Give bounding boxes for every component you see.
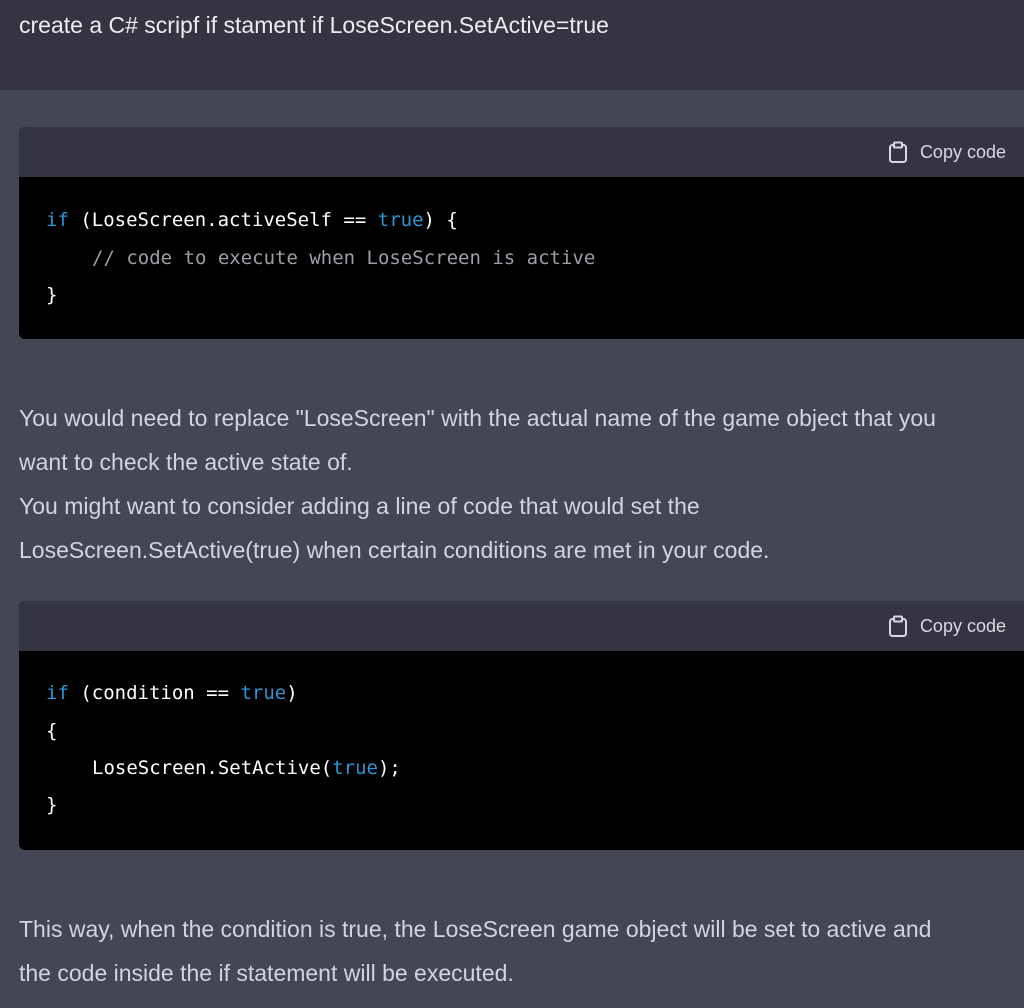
code-block-header: Copy code bbox=[19, 601, 1024, 651]
paragraph-line: the code inside the if statement will be… bbox=[19, 960, 514, 986]
copy-code-button[interactable]: Copy code bbox=[888, 614, 1006, 638]
code-line: } bbox=[46, 794, 58, 816]
copy-code-label: Copy code bbox=[919, 141, 1006, 162]
code-content: if (LoseScreen.activeSelf == true) { // … bbox=[19, 177, 1024, 339]
response-paragraph-1: You would need to replace "LoseScreen" w… bbox=[19, 396, 1019, 572]
paragraph-line: This way, when the condition is true, th… bbox=[19, 916, 932, 942]
paragraph-line: You might want to consider adding a line… bbox=[19, 493, 700, 519]
paragraph-line: You would need to replace "LoseScreen" w… bbox=[19, 405, 936, 431]
user-message-text: create a C# scripf if stament if LoseScr… bbox=[19, 12, 609, 38]
code-line: // code to execute when LoseScreen is ac… bbox=[92, 247, 596, 269]
code-line: { bbox=[46, 720, 58, 742]
clipboard-icon bbox=[888, 141, 908, 163]
code-block-1: Copy code if (LoseScreen.activeSelf == t… bbox=[19, 127, 1024, 339]
code-line: if (condition == true) bbox=[46, 682, 298, 704]
code-content: if (condition == true) { LoseScreen.SetA… bbox=[19, 651, 1024, 850]
copy-code-button[interactable]: Copy code bbox=[888, 140, 1006, 164]
code-line: } bbox=[46, 284, 58, 306]
user-message: create a C# scripf if stament if LoseScr… bbox=[0, 0, 1024, 90]
code-line: if (LoseScreen.activeSelf == true) { bbox=[46, 209, 458, 231]
code-block-2: Copy code if (condition == true) { LoseS… bbox=[19, 601, 1024, 850]
copy-code-label: Copy code bbox=[919, 615, 1006, 636]
code-block-header: Copy code bbox=[19, 127, 1024, 177]
response-paragraph-2: This way, when the condition is true, th… bbox=[19, 907, 1019, 995]
clipboard-icon bbox=[888, 615, 908, 637]
code-line: LoseScreen.SetActive(true); bbox=[92, 757, 401, 779]
paragraph-line: LoseScreen.SetActive(true) when certain … bbox=[19, 537, 770, 563]
paragraph-line: want to check the active state of. bbox=[19, 449, 353, 475]
